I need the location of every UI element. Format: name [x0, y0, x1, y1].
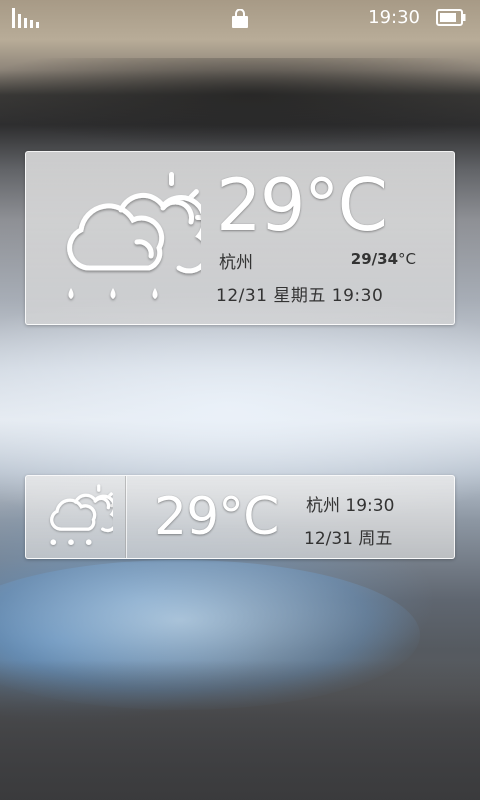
shopping-bag-icon[interactable]: [231, 9, 249, 29]
weather-widget-small[interactable]: 29°C 杭州 19:30 12/31 周五: [25, 475, 455, 559]
battery-icon: [436, 9, 466, 26]
temperature-range-value: 29/34: [350, 250, 399, 268]
weather-widget-large[interactable]: 29°C 杭州 29/34°C 12/31 星期五 19:30: [25, 151, 455, 325]
status-bar: 19:30: [0, 0, 480, 36]
wallpaper-sand: [0, 660, 480, 800]
home-screen: 19:30 29°C 杭州 29/34°C 12/31 星期五 19:30 29…: [0, 0, 480, 800]
temperature-range-unit: °C: [398, 250, 416, 268]
cloudy-sun-rain-icon: [50, 484, 113, 545]
city-time: 杭州 19:30: [306, 496, 395, 516]
weather-icon-panel: [26, 476, 126, 558]
date-weekday: 12/31 周五: [304, 529, 393, 549]
city-name: 杭州: [219, 253, 253, 273]
current-temperature: 29°C: [216, 163, 388, 247]
wallpaper-hill: [0, 58, 480, 148]
date-time: 12/31 星期五 19:30: [216, 286, 384, 306]
status-clock: 19:30: [368, 7, 420, 28]
cloudy-sun-rain-icon: [67, 172, 201, 299]
signal-bars-icon: [12, 8, 42, 28]
temperature-range: 29/34°C: [351, 250, 416, 268]
current-temperature-small: 29°C: [154, 487, 279, 547]
